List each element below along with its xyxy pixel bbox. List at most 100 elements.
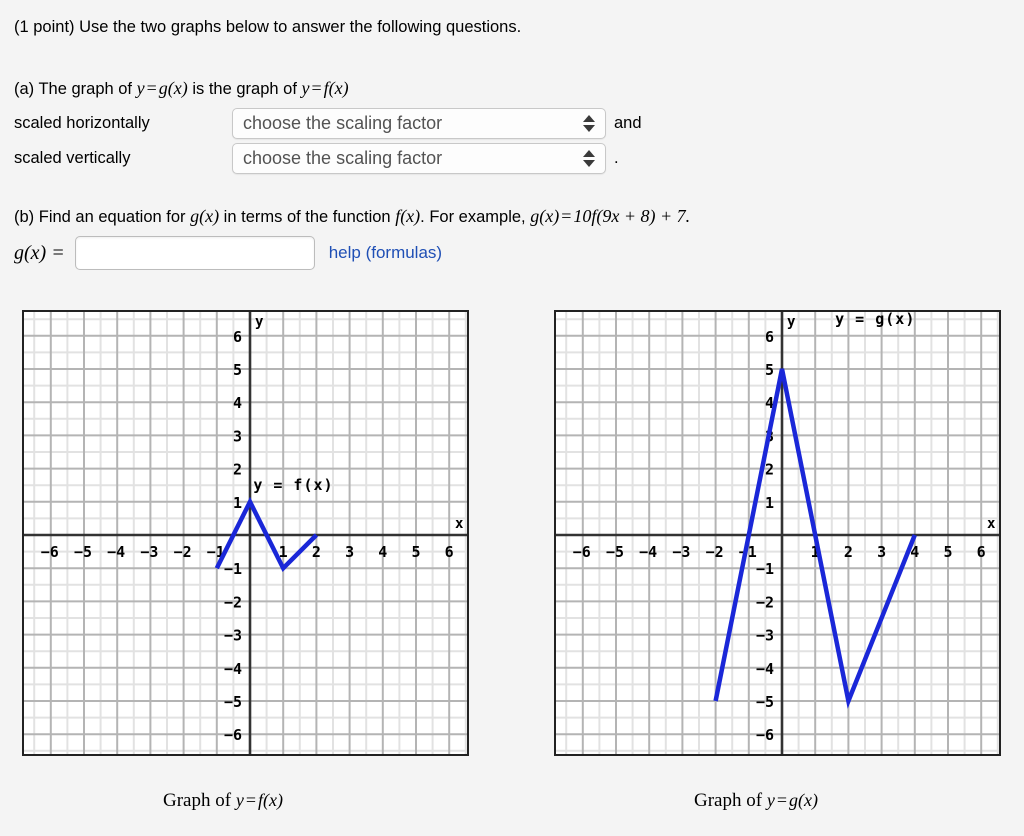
x-tick-label: 3 xyxy=(345,543,354,561)
part-b-example-eq: = xyxy=(561,206,572,226)
scaled-horizontally-row: scaled horizontally choose the scaling f… xyxy=(14,108,642,139)
x-tick-label: −4 xyxy=(639,543,657,561)
y-tick-label: −2 xyxy=(756,593,774,611)
minor-gridlines xyxy=(556,312,999,754)
part-b-example-lhs: g(x) xyxy=(530,206,560,226)
chevron-updown-icon xyxy=(582,109,596,138)
part-a-y1: y xyxy=(136,78,145,98)
x-tick-label: −2 xyxy=(706,543,724,561)
g-of-x-answer-input[interactable] xyxy=(74,236,315,270)
caption-g-gx: g(x) xyxy=(788,790,818,810)
graph-g-container: −6 −5 −4 −3 −2 −1 1 2 3 4 5 6 6 5 4 3 2 1 −1 −2 −3 −4 −5 −6 y x y … xyxy=(554,310,1001,756)
problem-page: (1 point) Use the two graphs below to an… xyxy=(0,0,1024,836)
curve-label: y = f(x) xyxy=(253,476,333,494)
y-tick-label: 6 xyxy=(765,328,774,346)
x-tick-label: 5 xyxy=(943,543,952,561)
answer-label: g(x) = xyxy=(14,241,65,264)
horizontal-scaling-value: choose the scaling factor xyxy=(243,113,443,133)
x-tick-label: −2 xyxy=(174,543,192,561)
axes xyxy=(556,312,999,754)
chevron-down-icon xyxy=(583,125,595,132)
y-tick-label: 1 xyxy=(765,494,774,512)
y-tick-label: 2 xyxy=(765,461,774,479)
caption-f-fx: f(x) xyxy=(257,790,283,810)
y-tick-label: 6 xyxy=(233,328,242,346)
x-axis-label: x xyxy=(987,516,996,532)
graph-f-container: −6 −5 −4 −3 −2 −1 1 2 3 4 5 6 6 5 4 3 2 1 −1 −2 −3 −4 −5 −6 y x y … xyxy=(22,310,469,756)
part-a-prefix: (a) The graph of xyxy=(14,80,137,98)
y-tick-label: −1 xyxy=(756,560,774,578)
scaled-vertically-label: scaled vertically xyxy=(14,149,131,167)
y-tick-label: 5 xyxy=(765,361,774,379)
x-tick-label: 2 xyxy=(312,543,321,561)
part-b-fx: f(x) xyxy=(395,206,421,226)
x-tick-label: 5 xyxy=(411,543,420,561)
intro-text: (1 point) Use the two graphs below to an… xyxy=(14,18,522,36)
part-b-text-1: (b) Find an equation for xyxy=(14,208,191,226)
x-tick-label: −5 xyxy=(606,543,624,561)
y-tick-label: −6 xyxy=(224,726,242,744)
part-a-gx: g(x) xyxy=(158,78,188,98)
part-a-middle: is the graph of xyxy=(187,80,302,98)
y-tick-label: 2 xyxy=(233,461,242,479)
y-tick-label: −2 xyxy=(224,593,242,611)
caption-f-y: y xyxy=(235,790,244,810)
graph-f-svg: −6 −5 −4 −3 −2 −1 1 2 3 4 5 6654321−1−2−3−4−5−6yxy … xyxy=(24,312,467,754)
caption-g-prefix: Graph of xyxy=(694,790,767,811)
y-tick-label: −3 xyxy=(756,627,774,645)
chevron-down-icon xyxy=(583,160,595,167)
major-gridlines xyxy=(556,312,999,754)
caption-graph-f: Graph of y = f(x) xyxy=(163,790,283,812)
scaled-vertically-row: scaled vertically choose the scaling fac… xyxy=(14,143,619,174)
x-axis-label: x xyxy=(455,516,464,532)
y-tick-label: 4 xyxy=(233,394,242,412)
part-b-statement: (b) Find an equation for g(x) in terms o… xyxy=(14,206,690,227)
part-a-fx: f(x) xyxy=(323,78,349,98)
part-a-y2: y xyxy=(301,78,310,98)
help-formulas-link[interactable]: help (formulas) xyxy=(329,243,442,263)
trailing-period: . xyxy=(614,149,619,167)
part-a-statement: (a) The graph of y = g(x) is the graph of … xyxy=(14,78,349,99)
x-tick-label: −3 xyxy=(672,543,690,561)
axes xyxy=(24,312,467,754)
part-b-text-3: . For example, xyxy=(420,208,531,226)
vertical-scaling-value: choose the scaling factor xyxy=(243,148,443,168)
x-tick-label: −5 xyxy=(74,543,92,561)
minor-gridlines xyxy=(24,312,467,754)
caption-g-y: y xyxy=(766,790,775,810)
chevron-up-icon xyxy=(583,115,595,122)
part-b-gx: g(x) xyxy=(190,206,220,226)
part-a-eq1: = xyxy=(146,78,157,98)
and-conjunction: and xyxy=(614,114,642,132)
y-tick-label: −5 xyxy=(224,693,242,711)
y-axis-label: y xyxy=(255,314,264,330)
y-tick-label: 5 xyxy=(233,361,242,379)
scaled-horizontally-label: scaled horizontally xyxy=(14,114,150,132)
caption-f-prefix: Graph of xyxy=(163,790,236,811)
x-tick-label: −6 xyxy=(41,543,59,561)
x-tick-label: 2 xyxy=(844,543,853,561)
graph-g-box: −6 −5 −4 −3 −2 −1 1 2 3 4 5 6 6 5 4 3 2 1 −1 −2 −3 −4 −5 −6 y x y … xyxy=(554,310,1001,756)
y-tick-label: −5 xyxy=(756,693,774,711)
major-gridlines xyxy=(24,312,467,754)
y-tick-label: −6 xyxy=(756,726,774,744)
x-tick-label: −4 xyxy=(107,543,125,561)
x-tick-label: 4 xyxy=(378,543,387,561)
horizontal-scaling-select[interactable]: choose the scaling factor xyxy=(232,108,606,139)
y-tick-label: −4 xyxy=(224,660,242,678)
y-tick-label: −4 xyxy=(756,660,774,678)
vertical-scaling-select[interactable]: choose the scaling factor xyxy=(232,143,606,174)
answer-row: g(x) = help (formulas) xyxy=(14,236,442,270)
part-b-example-rhs: 10f(9x + 8) + 7. xyxy=(573,206,691,226)
y-tick-label: −1 xyxy=(224,560,242,578)
graph-g-svg: −6 −5 −4 −3 −2 −1 1 2 3 4 5 6654321−1−2−3−4−5−6yxy … xyxy=(556,312,999,754)
y-tick-label: 3 xyxy=(233,427,242,445)
x-tick-label: 3 xyxy=(877,543,886,561)
caption-g-eq: = xyxy=(776,790,787,810)
y-tick-label: 1 xyxy=(233,494,242,512)
caption-f-eq: = xyxy=(245,790,256,810)
chevron-updown-icon xyxy=(582,144,596,173)
graph-f-box: −6 −5 −4 −3 −2 −1 1 2 3 4 5 6 6 5 4 3 2 1 −1 −2 −3 −4 −5 −6 y x y … xyxy=(22,310,469,756)
caption-graph-g: Graph of y = g(x) xyxy=(694,790,818,812)
x-tick-label: 6 xyxy=(445,543,454,561)
